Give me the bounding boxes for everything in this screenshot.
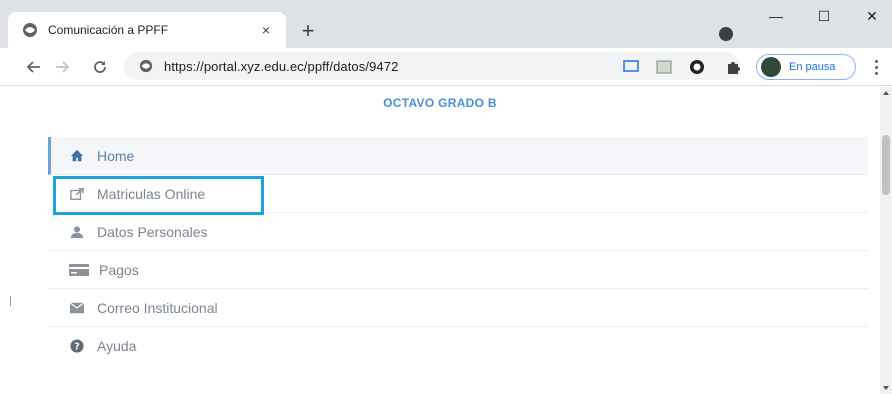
menu-item-label: Datos Personales bbox=[97, 223, 208, 240]
profile-status: En pausa bbox=[789, 61, 836, 73]
highlight-box bbox=[53, 176, 264, 215]
vertical-scrollbar[interactable] bbox=[880, 87, 892, 394]
side-menu: Home Matriculas Online Datos Personales … bbox=[48, 137, 868, 365]
menu-item-label: Pagos bbox=[99, 261, 139, 278]
menu-item-pagos[interactable]: Pagos bbox=[48, 251, 868, 289]
minimize-button[interactable]: — bbox=[762, 6, 790, 26]
credit-card-icon bbox=[69, 262, 89, 278]
more-options-icon[interactable] bbox=[868, 58, 884, 76]
cast-icon[interactable] bbox=[622, 58, 640, 76]
svg-text:?: ? bbox=[74, 342, 80, 353]
url-text: https://portal.xyz.edu.ec/ppff/datos/947… bbox=[164, 58, 399, 74]
address-bar[interactable]: https://portal.xyz.edu.ec/ppff/datos/947… bbox=[124, 52, 740, 80]
puzzle-icon[interactable] bbox=[724, 58, 742, 76]
menu-item-ayuda[interactable]: ? Ayuda bbox=[48, 327, 868, 365]
scroll-down-icon[interactable] bbox=[883, 386, 889, 390]
page-edge-mark bbox=[10, 296, 11, 306]
screenshot-extension-icon[interactable] bbox=[655, 58, 673, 76]
globe-icon bbox=[22, 22, 38, 38]
tab-title: Comunicación a PPFF bbox=[48, 23, 169, 37]
menu-item-datos-personales[interactable]: Datos Personales bbox=[48, 213, 868, 251]
avatar bbox=[761, 57, 781, 77]
menu-item-label: Ayuda bbox=[97, 338, 137, 354]
menu-item-home[interactable]: Home bbox=[48, 137, 868, 175]
user-icon bbox=[69, 224, 85, 240]
back-icon[interactable] bbox=[24, 57, 44, 77]
new-tab-button[interactable]: + bbox=[297, 20, 319, 42]
menu-item-label: Correo Institucional bbox=[97, 299, 218, 316]
help-icon: ? bbox=[69, 338, 85, 354]
menu-item-label: Home bbox=[97, 147, 135, 164]
profile-button[interactable]: En pausa bbox=[756, 54, 856, 80]
tab-search-icon[interactable] bbox=[719, 27, 733, 41]
forward-icon[interactable] bbox=[52, 57, 72, 77]
envelope-icon bbox=[69, 300, 85, 316]
site-info-icon[interactable] bbox=[138, 58, 154, 74]
home-icon bbox=[69, 148, 85, 164]
page-content: OCTAVO GRADO B Home Matriculas Online Da… bbox=[0, 87, 880, 394]
grade-title: OCTAVO GRADO B bbox=[383, 96, 497, 110]
tab-close-icon[interactable]: × bbox=[258, 22, 274, 38]
browser-toolbar: https://portal.xyz.edu.ec/ppff/datos/947… bbox=[0, 48, 892, 86]
scrollbar-thumb[interactable] bbox=[882, 135, 890, 195]
tab-strip: Comunicación a PPFF × + — ☐ ✕ bbox=[0, 0, 892, 48]
browser-tab[interactable]: Comunicación a PPFF × bbox=[8, 12, 286, 48]
extension-w-icon[interactable] bbox=[688, 58, 706, 76]
scroll-up-icon[interactable] bbox=[883, 91, 889, 95]
window-close-button[interactable]: ✕ bbox=[858, 6, 886, 26]
menu-item-correo[interactable]: Correo Institucional bbox=[48, 289, 868, 327]
reload-icon[interactable] bbox=[90, 57, 110, 77]
maximize-button[interactable]: ☐ bbox=[810, 6, 838, 26]
